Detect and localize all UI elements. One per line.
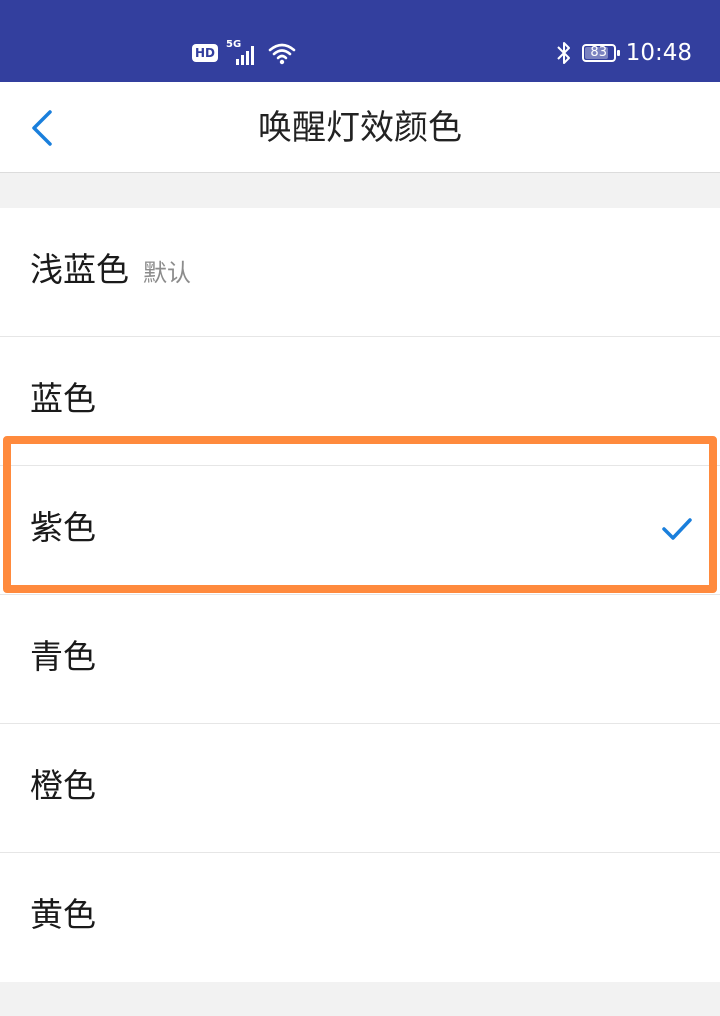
bluetooth-icon: [556, 42, 570, 64]
option-label: 青色: [30, 637, 96, 676]
option-label: 紫色: [30, 508, 96, 547]
status-bar-right: 83 10:48: [556, 36, 692, 70]
clock: 10:48: [625, 40, 692, 66]
option-yellow[interactable]: 黄色: [0, 853, 720, 982]
color-option-list: 浅蓝色 默认 蓝色 紫色 青色 橙色 黄色: [0, 208, 720, 982]
battery-percentage: 83: [590, 45, 607, 60]
page-title: 唤醒灯效颜色: [258, 108, 462, 148]
option-orange[interactable]: 橙色: [0, 724, 720, 853]
checkmark-icon: [662, 518, 692, 540]
signal-icon: 5G: [226, 39, 260, 65]
option-label: 橙色: [30, 766, 96, 805]
battery-icon: 83: [581, 44, 620, 62]
status-bar-indicators: HD 5G: [192, 38, 296, 68]
option-purple[interactable]: 紫色: [0, 466, 720, 595]
option-cyan[interactable]: 青色: [0, 595, 720, 724]
wifi-icon: [268, 43, 296, 65]
option-light-blue[interactable]: 浅蓝色 默认: [0, 208, 720, 337]
option-label: 蓝色: [30, 379, 96, 418]
status-bar: HD 5G 83 10:48: [0, 0, 720, 82]
default-badge: 默认: [143, 259, 191, 287]
option-blue[interactable]: 蓝色: [0, 337, 720, 466]
option-label: 浅蓝色 默认: [30, 248, 191, 295]
option-label: 黄色: [30, 895, 96, 934]
hd-icon: HD: [192, 44, 219, 62]
option-name: 浅蓝色: [30, 250, 129, 289]
app-header: 唤醒灯效颜色: [0, 82, 720, 173]
